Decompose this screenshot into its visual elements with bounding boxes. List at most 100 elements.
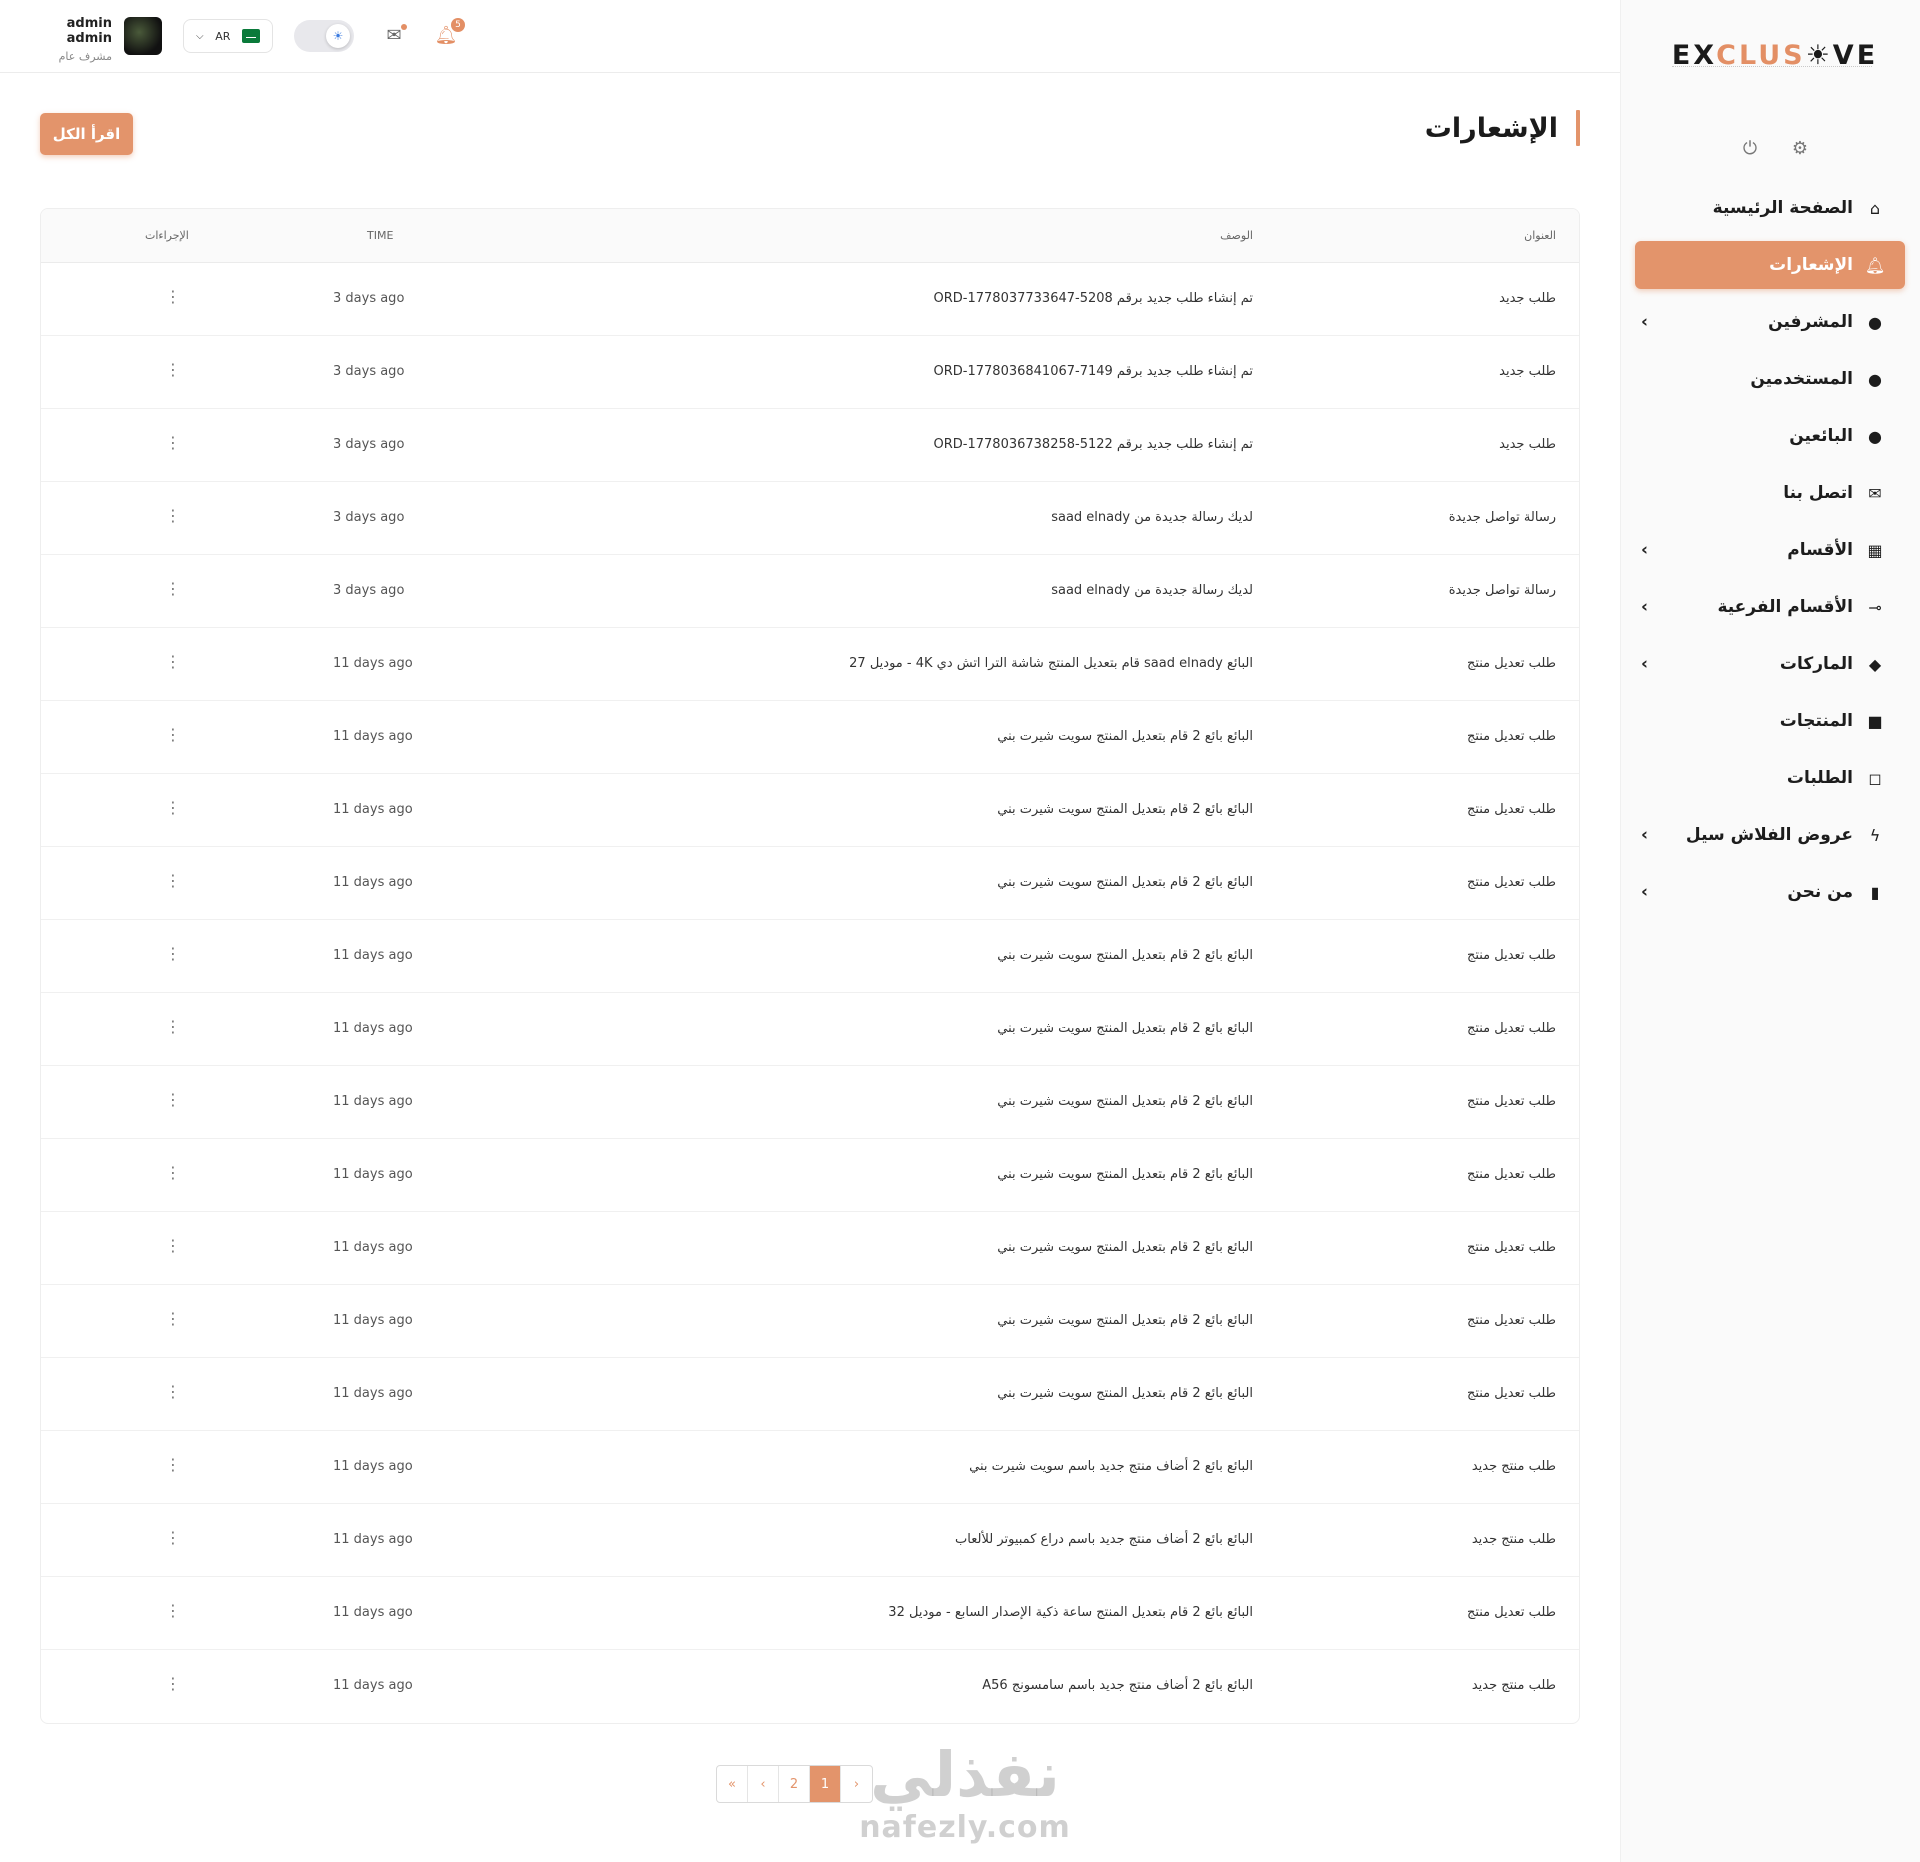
more-vertical-icon[interactable]: ⋮ — [165, 1019, 181, 1035]
column-header-description[interactable]: الوصف — [1220, 229, 1253, 242]
table-row[interactable]: طلب تعديل منتج البائع بائع 2 قام بتعديل ا… — [41, 1139, 1579, 1212]
sidebar-item-3[interactable]: المستخدمين ● — [1635, 355, 1905, 403]
more-vertical-icon[interactable]: ⋮ — [165, 1384, 181, 1400]
user-icon: ● — [1868, 369, 1882, 389]
sidebar-item-4[interactable]: البائعين ● — [1635, 412, 1905, 460]
table-row[interactable]: طلب جديد تم إنشاء طلب جديد برقم ORD-17780… — [41, 263, 1579, 336]
pagination-page-2[interactable]: 2 — [779, 1766, 810, 1802]
more-vertical-icon[interactable]: ⋮ — [165, 1165, 181, 1181]
table-body: طلب جديد تم إنشاء طلب جديد برقم ORD-17780… — [41, 263, 1579, 1723]
sidebar-item-label: الصفحة الرئيسية — [1712, 198, 1853, 218]
sidebar-item-7[interactable]: ‹ الأقسام الفرعية ⊸ — [1635, 583, 1905, 631]
sidebar-item-label: الإشعارات — [1769, 255, 1853, 275]
cell-description: البائع بائع 2 أضاف منتج جديد باسم سويت ش… — [969, 1459, 1253, 1474]
sidebar-item-label: الأقسام — [1787, 540, 1853, 560]
column-header-title[interactable]: العنوان — [1524, 229, 1556, 242]
sidebar-item-0[interactable]: الصفحة الرئيسية ⌂ — [1635, 184, 1905, 232]
chevron-left-icon[interactable]: ‹ — [1641, 654, 1648, 674]
avatar[interactable] — [124, 17, 162, 55]
cell-title: طلب تعديل منتج — [1466, 729, 1556, 744]
sidebar-item-6[interactable]: ‹ الأقسام ▦ — [1635, 526, 1905, 574]
more-vertical-icon[interactable]: ⋮ — [165, 727, 181, 743]
table-row[interactable]: طلب منتج جديد البائع بائع 2 أضاف منتج جدي… — [41, 1504, 1579, 1577]
more-vertical-icon[interactable]: ⋮ — [165, 873, 181, 889]
table-row[interactable]: طلب تعديل منتج البائع saad elnady قام بتع… — [41, 628, 1579, 701]
table-row[interactable]: طلب جديد تم إنشاء طلب جديد برقم ORD-17780… — [41, 409, 1579, 482]
cell-time: 11 days ago — [333, 1386, 413, 1401]
sidebar-item-12[interactable]: ‹ من نحن ▮ — [1635, 868, 1905, 916]
more-vertical-icon[interactable]: ⋮ — [165, 581, 181, 597]
table-row[interactable]: طلب تعديل منتج البائع بائع 2 قام بتعديل ا… — [41, 774, 1579, 847]
pagination-page-1[interactable]: 1 — [810, 1766, 841, 1802]
more-vertical-icon[interactable]: ⋮ — [165, 1676, 181, 1692]
cell-time: 3 days ago — [333, 510, 405, 525]
table-row[interactable]: طلب تعديل منتج البائع بائع 2 قام بتعديل ا… — [41, 1066, 1579, 1139]
watermark-url: nafezly.com — [859, 1810, 1071, 1845]
chevron-left-icon[interactable]: ‹ — [1641, 597, 1648, 617]
notification-count-badge: 5 — [451, 18, 465, 32]
more-vertical-icon[interactable]: ⋮ — [165, 654, 181, 670]
read-all-button[interactable]: اقرأ الكل — [40, 113, 133, 155]
more-vertical-icon[interactable]: ⋮ — [165, 508, 181, 524]
bag-icon: ◻ — [1868, 768, 1882, 788]
page-title: الإشعارات — [1425, 108, 1580, 148]
gear-icon[interactable]: ⚙ — [1790, 138, 1810, 159]
sidebar-item-8[interactable]: ‹ الماركات ◆ — [1635, 640, 1905, 688]
user-info[interactable]: admin admin مشرف عام — [30, 16, 112, 63]
table-row[interactable]: طلب تعديل منتج البائع بائع 2 قام بتعديل ا… — [41, 993, 1579, 1066]
table-row[interactable]: طلب تعديل منتج البائع بائع 2 قام بتعديل ا… — [41, 1577, 1579, 1650]
table-row[interactable]: رسالة تواصل جديدة لديك رسالة جديدة من saa… — [41, 482, 1579, 555]
more-vertical-icon[interactable]: ⋮ — [165, 800, 181, 816]
table-row[interactable]: طلب تعديل منتج البائع بائع 2 قام بتعديل ا… — [41, 701, 1579, 774]
table-row[interactable]: رسالة تواصل جديدة لديك رسالة جديدة من saa… — [41, 555, 1579, 628]
sidebar-item-2[interactable]: ‹ المشرفين ● — [1635, 298, 1905, 346]
more-vertical-icon[interactable]: ⋮ — [165, 1092, 181, 1108]
more-vertical-icon[interactable]: ⋮ — [165, 1603, 181, 1619]
logo-tagline-line — [1672, 66, 1872, 74]
table-row[interactable]: طلب تعديل منتج البائع بائع 2 قام بتعديل ا… — [41, 920, 1579, 993]
theme-toggle[interactable]: ☀ — [294, 20, 354, 52]
column-header-time[interactable]: TIME — [367, 229, 393, 242]
sidebar-item-1[interactable]: الإشعارات 🔔︎ — [1635, 241, 1905, 289]
table-row[interactable]: طلب تعديل منتج البائع بائع 2 قام بتعديل ا… — [41, 1358, 1579, 1431]
sidebar-item-10[interactable]: الطلبات ◻ — [1635, 754, 1905, 802]
more-vertical-icon[interactable]: ⋮ — [165, 1238, 181, 1254]
cell-title: طلب منتج جديد — [1471, 1532, 1556, 1547]
chevron-left-icon[interactable]: ‹ — [1641, 882, 1648, 902]
table-row[interactable]: طلب تعديل منتج البائع بائع 2 قام بتعديل ا… — [41, 1285, 1579, 1358]
table-row[interactable]: طلب تعديل منتج البائع بائع 2 قام بتعديل ا… — [41, 1212, 1579, 1285]
pagination-first-button[interactable]: « — [717, 1766, 748, 1802]
power-icon[interactable]: ⏻ — [1740, 138, 1760, 159]
cell-time: 11 days ago — [333, 1678, 413, 1693]
cell-title: طلب تعديل منتج — [1466, 1167, 1556, 1182]
chevron-left-icon[interactable]: ‹ — [1641, 312, 1648, 332]
language-code: AR — [215, 29, 231, 43]
mail-icon[interactable]: ✉ — [383, 24, 407, 46]
mail-unread-dot — [401, 24, 407, 30]
more-vertical-icon[interactable]: ⋮ — [165, 1457, 181, 1473]
sidebar-quick-actions: ⏻ ⚙ — [1740, 138, 1810, 159]
table-row[interactable]: طلب تعديل منتج البائع بائع 2 قام بتعديل ا… — [41, 847, 1579, 920]
sidebar-item-9[interactable]: المنتجات ■ — [1635, 697, 1905, 745]
more-vertical-icon[interactable]: ⋮ — [165, 435, 181, 451]
table-row[interactable]: طلب منتج جديد البائع بائع 2 أضاف منتج جدي… — [41, 1431, 1579, 1504]
chevron-left-icon[interactable]: ‹ — [1641, 825, 1648, 845]
cell-time: 11 days ago — [333, 656, 413, 671]
more-vertical-icon[interactable]: ⋮ — [165, 362, 181, 378]
box-icon: ■ — [1867, 711, 1883, 731]
pagination-prev-button[interactable]: ‹ — [748, 1766, 779, 1802]
more-vertical-icon[interactable]: ⋮ — [165, 289, 181, 305]
sidebar-item-label: الطلبات — [1786, 768, 1853, 788]
more-vertical-icon[interactable]: ⋮ — [165, 1311, 181, 1327]
book-icon: ▮ — [1870, 882, 1880, 902]
chevron-left-icon[interactable]: ‹ — [1641, 540, 1648, 560]
cell-title: طلب تعديل منتج — [1466, 1386, 1556, 1401]
sidebar-item-11[interactable]: ‹ عروض الفلاش سيل ϟ — [1635, 811, 1905, 859]
more-vertical-icon[interactable]: ⋮ — [165, 946, 181, 962]
language-select[interactable]: ⌵ AR — [183, 19, 273, 53]
more-vertical-icon[interactable]: ⋮ — [165, 1530, 181, 1546]
notification-bell-icon[interactable]: 🔔︎ 5 — [435, 18, 465, 46]
table-row[interactable]: طلب جديد تم إنشاء طلب جديد برقم ORD-17780… — [41, 336, 1579, 409]
table-row[interactable]: طلب منتج جديد البائع بائع 2 أضاف منتج جدي… — [41, 1650, 1579, 1723]
sidebar-item-5[interactable]: اتصل بنا ✉ — [1635, 469, 1905, 517]
